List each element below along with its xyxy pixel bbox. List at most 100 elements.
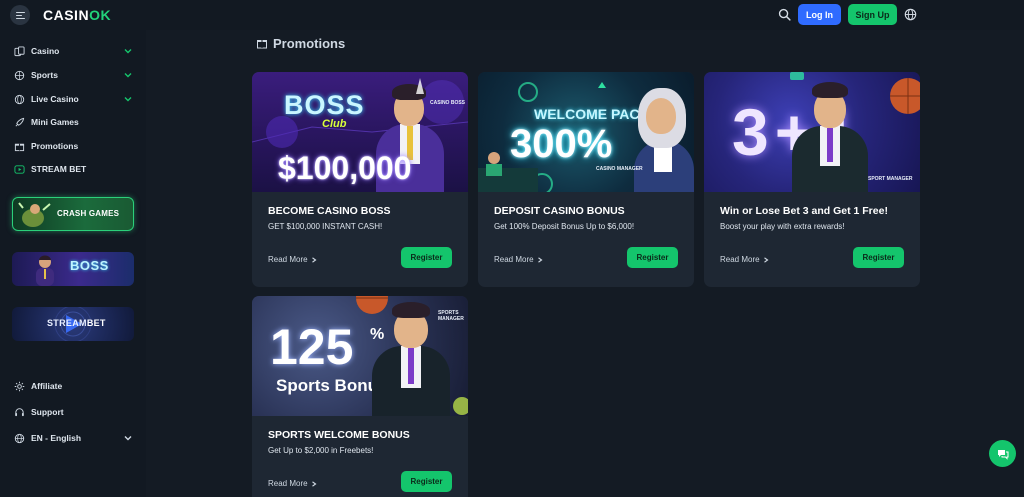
login-button[interactable]: Log In: [798, 4, 841, 25]
promo-card-deposit-casino[interactable]: WELCOME PACK 300% CASINO MANAGER DEPOSIT…: [478, 72, 694, 287]
promo-title: DEPOSIT CASINO BONUS: [494, 205, 625, 217]
promo-card-sports-welcome[interactable]: 125 % Sports Bonus SPORTS MANAGER SPORTS…: [252, 296, 468, 497]
sidebar-item-stream-bet[interactable]: STREAM BET: [14, 161, 134, 177]
promo-description: Get Up to $2,000 in Freebets!: [268, 446, 374, 455]
sidebar-item-label: Casino: [31, 46, 60, 56]
boss-club-text: Club: [322, 118, 347, 130]
promo-title: BECOME CASINO BOSS: [268, 205, 391, 217]
chevron-down-icon[interactable]: [124, 71, 132, 79]
sidebar-item-label: STREAM BET: [31, 164, 87, 174]
sidebar-item-sports[interactable]: Sports: [14, 67, 134, 83]
promo-title: SPORTS WELCOME BONUS: [268, 429, 410, 441]
read-more-link[interactable]: Read More: [268, 479, 317, 488]
boss-character-icon: [36, 255, 54, 286]
logo-text-accent: OK: [89, 7, 112, 23]
sidebar-item-support[interactable]: Support: [14, 405, 134, 419]
chevron-right-icon: [537, 256, 543, 263]
sidebar-item-affiliate[interactable]: Affiliate: [14, 379, 134, 393]
affiliate-icon: [14, 381, 25, 391]
register-button[interactable]: Register: [401, 247, 452, 268]
stream-bet-label-a: STREAM: [47, 318, 87, 328]
promo-description: Boost your play with extra rewards!: [720, 222, 845, 231]
crash-games-label: CRASH GAMES: [57, 209, 120, 218]
promo-image-welcome-pack[interactable]: WELCOME PACK 300% CASINO MANAGER: [478, 72, 694, 192]
sidebar-item-label: Mini Games: [31, 117, 79, 127]
live-icon: [14, 94, 25, 104]
live-chat-button[interactable]: [989, 440, 1016, 467]
read-more-label: Read More: [720, 255, 760, 264]
sidebar-item-label: Live Casino: [31, 94, 79, 104]
chat-icon: [997, 449, 1008, 460]
language-label: EN - English: [31, 433, 82, 443]
menu-toggle-button[interactable]: [10, 5, 30, 25]
sport-manager-character: [788, 76, 872, 192]
sidebar-item-promotions[interactable]: Promotions: [14, 138, 134, 154]
read-more-label: Read More: [268, 255, 308, 264]
register-button[interactable]: Register: [627, 247, 678, 268]
gift-icon: [14, 143, 25, 151]
sport-manager-caption: SPORT MANAGER: [868, 176, 913, 182]
search-icon[interactable]: [778, 8, 791, 21]
read-more-link[interactable]: Read More: [494, 255, 543, 264]
promo-card-casino-boss[interactable]: BOSS Club CASINO BOSS $100,000 BECOME CA…: [252, 72, 468, 287]
chevron-down-icon[interactable]: [124, 434, 132, 442]
boss-club-label: BOSS: [70, 258, 109, 273]
page-title: Promotions: [256, 35, 345, 51]
sidebar-item-mini-games[interactable]: Mini Games: [14, 114, 134, 130]
boss-logo-text: BOSS: [284, 90, 365, 120]
play-icon: [14, 164, 25, 174]
casino-manager-caption: CASINO MANAGER: [596, 166, 643, 172]
chevron-right-icon: [311, 480, 317, 487]
promo-description: Get 100% Deposit Bonus Up to $6,000!: [494, 222, 635, 231]
sports-manager-caption: SPORTS MANAGER: [438, 310, 464, 322]
read-more-link[interactable]: Read More: [268, 255, 317, 264]
sports-icon: [14, 70, 25, 80]
sidebar-item-live-casino[interactable]: Live Casino: [14, 91, 134, 107]
crash-games-banner[interactable]: CRASH GAMES: [12, 197, 134, 231]
register-button[interactable]: Register: [401, 471, 452, 492]
chevron-right-icon: [311, 256, 317, 263]
support-label: Support: [31, 407, 64, 417]
sidebar: Casino Sports Live Casino Mini Games Pro…: [0, 30, 146, 497]
casino-boss-caption: CASINO BOSS: [430, 100, 466, 106]
promo-amount-text: $100,000: [278, 150, 412, 186]
chevron-down-icon[interactable]: [124, 47, 132, 55]
welcome-percentage-text: 300%: [510, 122, 613, 166]
headset-icon: [15, 407, 24, 416]
globe-icon: [14, 433, 25, 443]
rocket-icon: [15, 117, 25, 126]
gift-icon: [257, 40, 267, 49]
sidebar-item-label: Sports: [31, 70, 58, 80]
sports-percentage-text: 125: [270, 319, 354, 375]
crash-character-icon: [18, 202, 51, 227]
signup-button[interactable]: Sign Up: [848, 4, 897, 25]
cards-icon: [14, 45, 25, 56]
casino-manager-character: [628, 86, 694, 192]
promo-image-three-plus-one[interactable]: 3+1 SPORT MANAGER: [704, 72, 920, 192]
logo-text-main: CASIN: [43, 7, 90, 23]
hamburger-icon: [15, 11, 25, 19]
promo-title: Win or Lose Bet 3 and Get 1 Free!: [720, 205, 888, 217]
stream-bet-label: STREAMBET: [47, 318, 106, 328]
boss-club-banner[interactable]: BOSS: [12, 252, 134, 286]
page-title-text: Promotions: [273, 35, 346, 51]
sidebar-item-casino[interactable]: Casino: [14, 43, 134, 59]
affiliate-label: Affiliate: [31, 381, 63, 391]
read-more-label: Read More: [494, 255, 534, 264]
promo-description: GET $100,000 INSTANT CASH!: [268, 222, 383, 231]
register-button[interactable]: Register: [853, 247, 904, 268]
top-bar: CASINOK Log In Sign Up: [0, 0, 1024, 30]
read-more-label: Read More: [268, 479, 308, 488]
language-selector[interactable]: EN - English: [14, 431, 134, 445]
read-more-link[interactable]: Read More: [720, 255, 769, 264]
promo-card-bet3-get1[interactable]: 3+1 SPORT MANAGER Win or Lose Bet 3 and …: [704, 72, 920, 287]
promo-image-sports-bonus[interactable]: 125 % Sports Bonus SPORTS MANAGER: [252, 296, 468, 416]
sidebar-item-label: Promotions: [31, 141, 79, 151]
stream-bet-banner[interactable]: STREAMBET: [12, 307, 134, 341]
globe-icon[interactable]: [904, 8, 917, 21]
chevron-down-icon[interactable]: [124, 95, 132, 103]
chevron-right-icon: [763, 256, 769, 263]
brand-logo[interactable]: CASINOK: [43, 7, 111, 23]
promo-image-casino-boss[interactable]: BOSS Club CASINO BOSS $100,000: [252, 72, 468, 192]
stream-bet-label-b: BET: [86, 318, 106, 328]
